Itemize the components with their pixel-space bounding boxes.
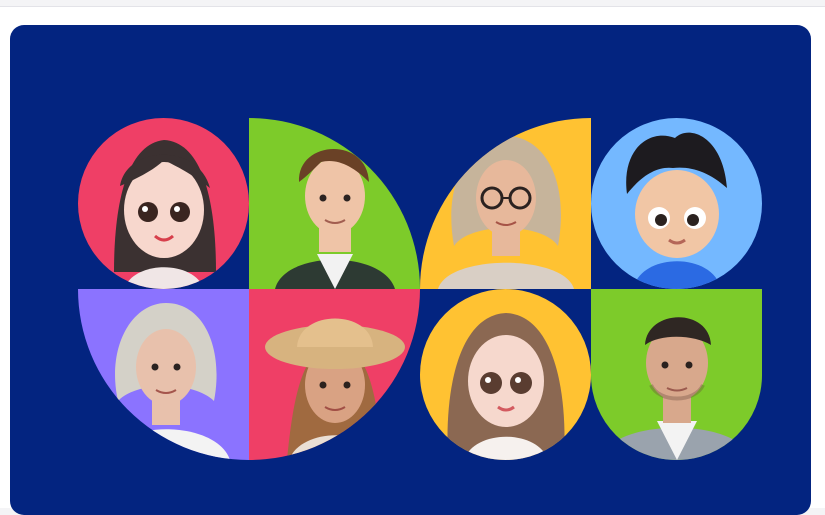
cartoon-boy-avatar-art	[591, 118, 762, 289]
cartoon-woman-avatar-art	[420, 289, 591, 460]
cartoon-girl-avatar	[78, 118, 249, 289]
avatar-banner	[10, 25, 811, 515]
woman-hat-portrait-art	[249, 289, 420, 460]
woman-glasses-portrait-art	[420, 118, 591, 289]
young-man-portrait	[249, 118, 420, 289]
content-frame	[0, 6, 825, 515]
woman-glasses-portrait	[420, 118, 591, 289]
cartoon-woman-avatar	[420, 289, 591, 460]
older-woman-portrait-art	[78, 289, 249, 460]
young-man-portrait-art	[249, 118, 420, 289]
older-woman-portrait	[78, 289, 249, 460]
woman-hat-portrait	[249, 289, 420, 460]
man-suit-portrait-art	[591, 289, 762, 460]
cartoon-boy-avatar	[591, 118, 762, 289]
cartoon-girl-avatar-art	[78, 118, 249, 289]
man-suit-portrait	[591, 289, 762, 460]
avatar-grid	[78, 118, 762, 460]
